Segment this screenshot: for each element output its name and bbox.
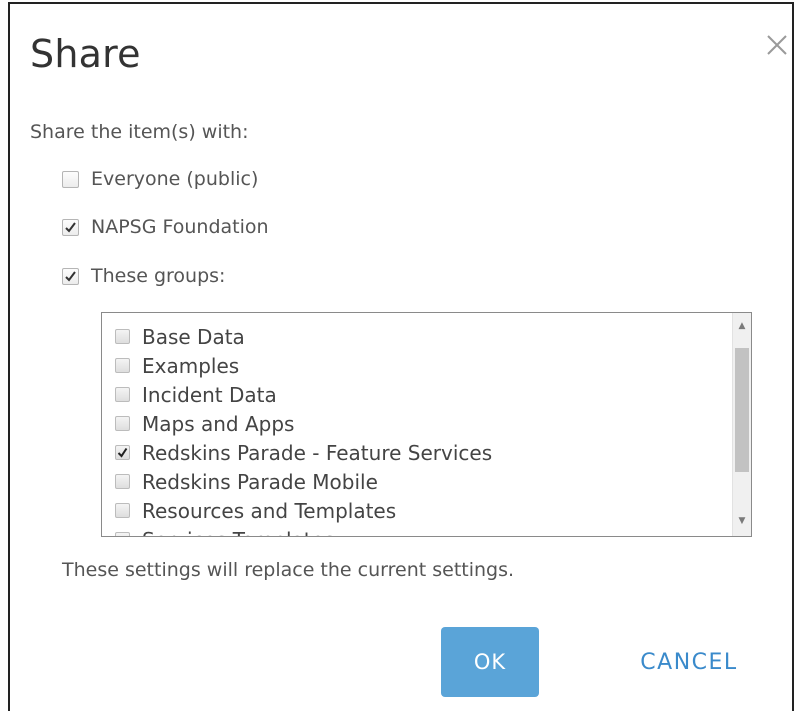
share-with-label: Share the item(s) with: [30,121,249,143]
everyone-checkbox[interactable] [62,170,79,188]
listbox-scrollbar[interactable]: ▲ ▼ [732,313,751,536]
group-label: Redskins Parade - Feature Services [142,440,493,465]
checkmark-icon [65,270,76,282]
ok-button[interactable]: OK [441,627,539,697]
group-checkbox[interactable] [115,532,130,536]
group-checkbox[interactable] [115,358,130,373]
dialog-title: Share [30,32,141,76]
list-item[interactable]: Incident Data [115,380,277,409]
checkmark-icon [65,221,76,233]
group-checkbox[interactable] [115,503,130,518]
groups-list: Base Data Examples Incident Data Maps an… [102,313,733,536]
list-item[interactable]: Base Data [115,322,245,351]
option-organization-label: NAPSG Foundation [91,216,269,238]
cancel-button[interactable]: CANCEL [616,627,762,697]
group-label: Incident Data [142,382,277,407]
group-checkbox[interactable] [115,474,130,489]
group-label: Resources and Templates [142,498,397,523]
option-organization[interactable]: NAPSG Foundation [62,216,269,238]
organization-checkbox[interactable] [62,218,79,236]
list-item[interactable]: Resources and Templates [115,496,396,525]
groups-listbox[interactable]: Base Data Examples Incident Data Maps an… [101,312,752,537]
group-label: Maps and Apps [142,411,295,436]
scroll-down-icon[interactable]: ▼ [733,512,751,530]
settings-note: These settings will replace the current … [62,559,515,581]
group-checkbox[interactable] [115,445,130,460]
scroll-up-icon[interactable]: ▲ [733,317,751,335]
list-item[interactable]: Redskins Parade Mobile [115,467,378,496]
group-label: Services Templates [142,528,334,537]
groups-checkbox[interactable] [62,267,79,285]
option-everyone[interactable]: Everyone (public) [62,168,258,190]
close-icon[interactable] [762,30,792,60]
share-dialog: Share Share the item(s) with: Everyone (… [8,2,794,711]
list-item[interactable]: Redskins Parade - Feature Services [115,438,492,467]
group-checkbox[interactable] [115,387,130,402]
option-groups-label: These groups: [91,265,226,287]
option-everyone-label: Everyone (public) [91,168,259,190]
group-label: Examples [142,353,240,378]
group-label: Redskins Parade Mobile [142,469,378,494]
list-item[interactable]: Maps and Apps [115,409,294,438]
scrollbar-thumb[interactable] [735,348,749,472]
group-checkbox[interactable] [115,416,130,431]
list-item[interactable]: Services Templates [115,525,334,536]
list-item[interactable]: Examples [115,351,239,380]
checkmark-icon [117,447,128,458]
group-checkbox[interactable] [115,329,130,344]
option-groups[interactable]: These groups: [62,265,225,287]
group-label: Base Data [142,324,245,349]
